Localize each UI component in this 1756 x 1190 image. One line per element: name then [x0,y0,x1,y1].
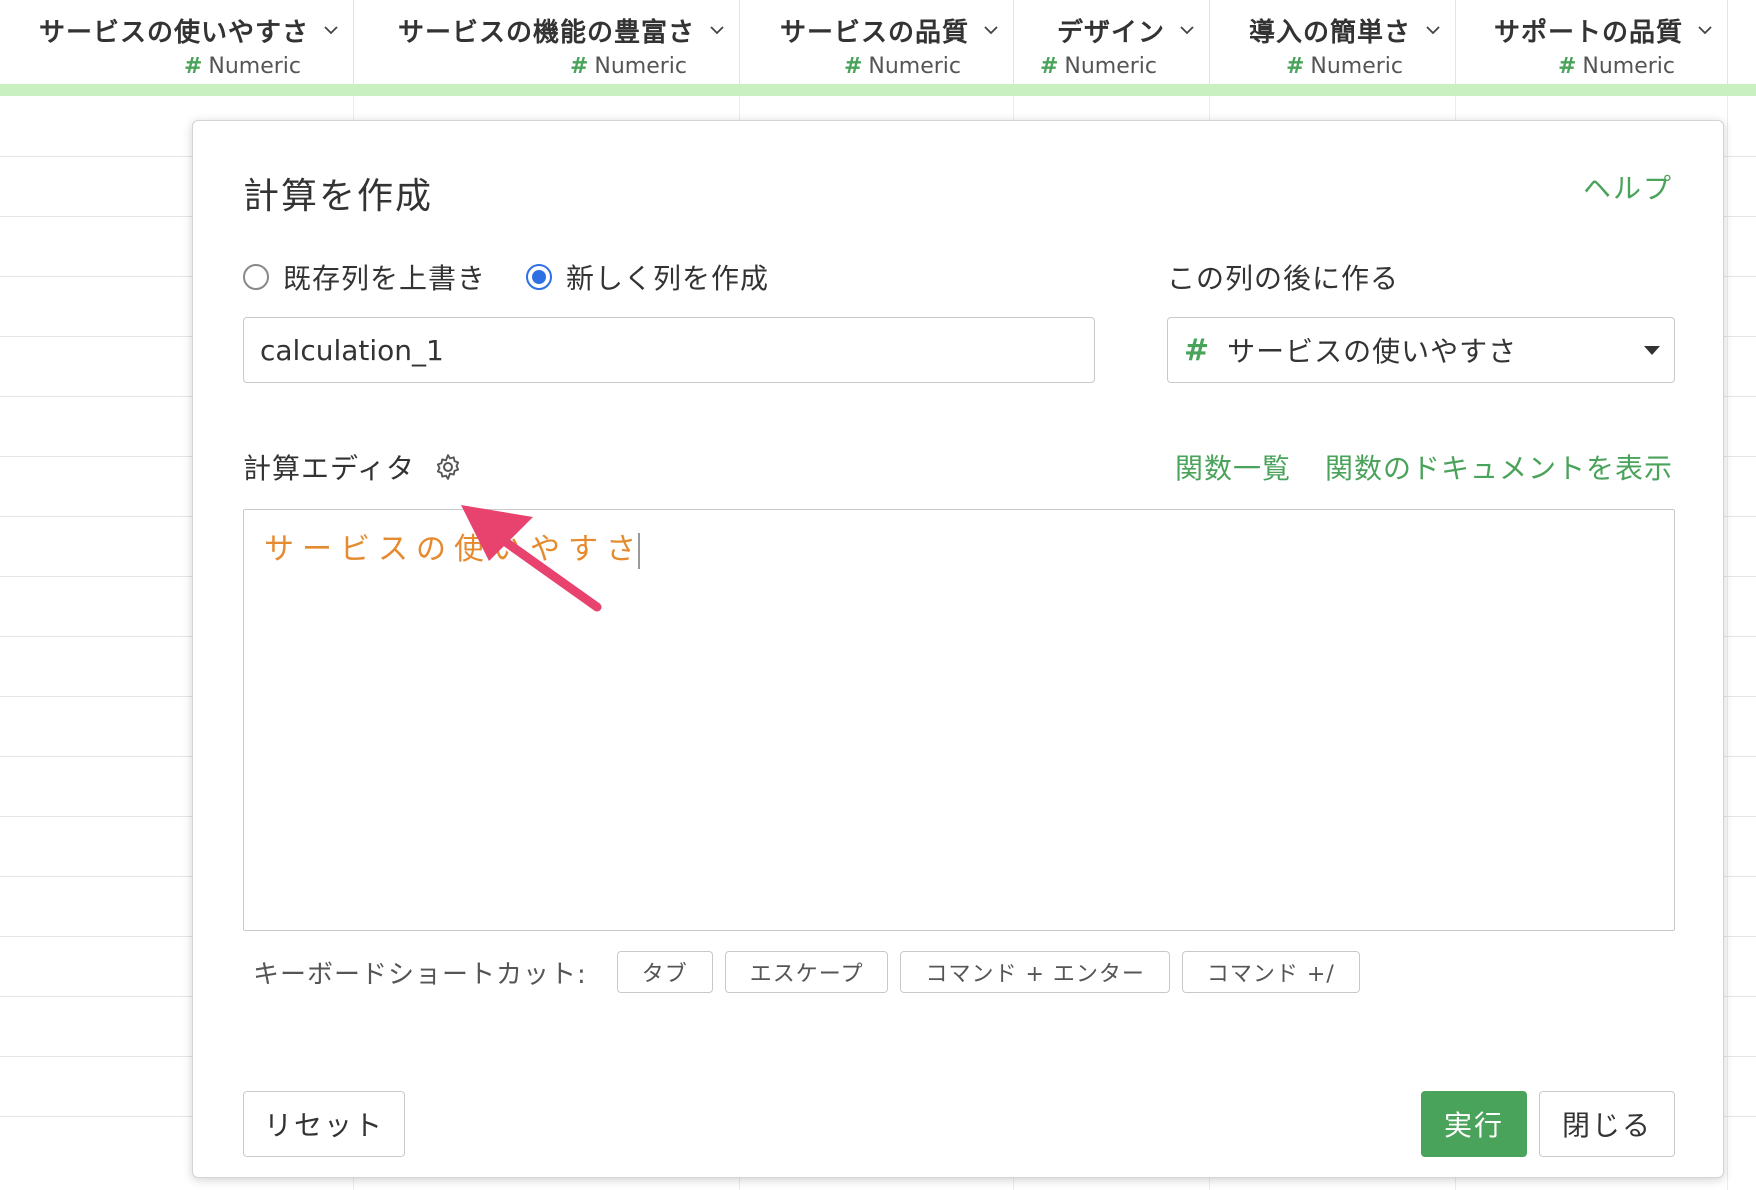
gear-icon[interactable] [433,452,463,482]
shortcut-label: キーボードショートカット: [253,959,587,990]
column-header-row: サービスの使いやすさ # Numeric サービスの機能の豊富さ # Numeric… [0,0,1756,84]
column-name: 導入の簡単さ [1248,18,1411,48]
column-type: # Numeric [1039,54,1157,79]
calculation-editor[interactable]: サービスの使いやすさ [243,509,1675,931]
numeric-hash-icon: # [1039,54,1059,79]
column-header[interactable]: デザイン # Numeric [1014,0,1210,84]
numeric-hash-icon: # [1184,332,1210,368]
column-header-partial [1728,0,1756,84]
radio-overwrite-label: 既存列を上書き [283,262,487,295]
radio-button-unchecked[interactable] [243,264,269,290]
close-button[interactable]: 閉じる [1539,1091,1675,1157]
radio-new-label: 新しく列を作成 [566,262,770,295]
dialog-title: 計算を作成 [243,176,434,217]
selected-column-name: サービスの使いやすさ [1227,335,1518,368]
chevron-down-icon[interactable] [1697,22,1713,38]
radio-new-column[interactable]: 新しく列を作成 [526,257,769,297]
radio-overwrite-column[interactable]: 既存列を上書き [243,257,486,297]
text-cursor [638,532,640,569]
column-type: # Numeric [1557,54,1675,79]
grid-col-line [1727,96,1728,1190]
shortcut-escape: エスケープ [724,951,889,993]
column-type: # Numeric [569,54,687,79]
column-name: サービスの機能の豊富さ [397,18,695,48]
calculation-editor-label: 計算エディタ [243,447,463,487]
radio-button-checked[interactable] [526,264,553,290]
column-name: デザイン [1056,18,1165,48]
column-name: サービスの使いやすさ [38,18,309,48]
column-mode-radio-group: 既存列を上書き 新しく列を作成 [243,257,809,297]
create-calculation-dialog: 計算を作成 ヘルプ 既存列を上書き 新しく列を作成 この列の後に作る # サービ… [192,120,1724,1178]
column-header[interactable]: サポートの品質 # Numeric [1456,0,1728,84]
numeric-hash-icon: # [1285,54,1305,79]
editor-expression: サービスの使いやすさ [264,532,644,569]
column-header[interactable]: サービスの使いやすさ # Numeric [0,0,354,84]
numeric-hash-icon: # [569,54,589,79]
after-column-select[interactable]: # サービスの使いやすさ [1167,317,1675,383]
column-header[interactable]: サービスの機能の豊富さ # Numeric [354,0,740,84]
chevron-down-icon[interactable] [323,22,339,38]
help-link[interactable]: ヘルプ [1583,167,1673,207]
column-header[interactable]: 導入の簡単さ # Numeric [1210,0,1456,84]
function-docs-link[interactable]: 関数のドキュメントを表示 [1325,447,1673,487]
reset-button[interactable]: リセット [243,1091,405,1157]
column-type: # Numeric [183,54,301,79]
numeric-hash-icon: # [843,54,863,79]
after-column-label: この列の後に作る [1167,262,1400,295]
shortcut-cmd-enter: コマンド + エンター [900,951,1170,993]
function-list-link[interactable]: 関数一覧 [1175,447,1291,487]
chevron-down-icon[interactable] [1179,22,1195,38]
header-accent-bar [0,84,1756,96]
column-name: サポートの品質 [1493,18,1683,48]
column-type: # Numeric [843,54,961,79]
caret-down-icon [1644,346,1660,355]
chevron-down-icon[interactable] [983,22,999,38]
column-header[interactable]: サービスの品質 # Numeric [740,0,1014,84]
shortcut-cmd-slash: コマンド +/ [1181,951,1360,993]
chevron-down-icon[interactable] [1425,22,1441,38]
column-type: # Numeric [1285,54,1403,79]
new-column-name-input[interactable] [243,317,1095,383]
shortcut-tab: タブ [616,951,713,993]
column-name: サービスの品質 [779,18,969,48]
numeric-hash-icon: # [1557,54,1577,79]
keyboard-shortcuts: キーボードショートカット: タブ エスケープ コマンド + エンター コマンド … [253,951,1372,993]
run-button[interactable]: 実行 [1421,1091,1527,1157]
numeric-hash-icon: # [183,54,203,79]
chevron-down-icon[interactable] [709,22,725,38]
